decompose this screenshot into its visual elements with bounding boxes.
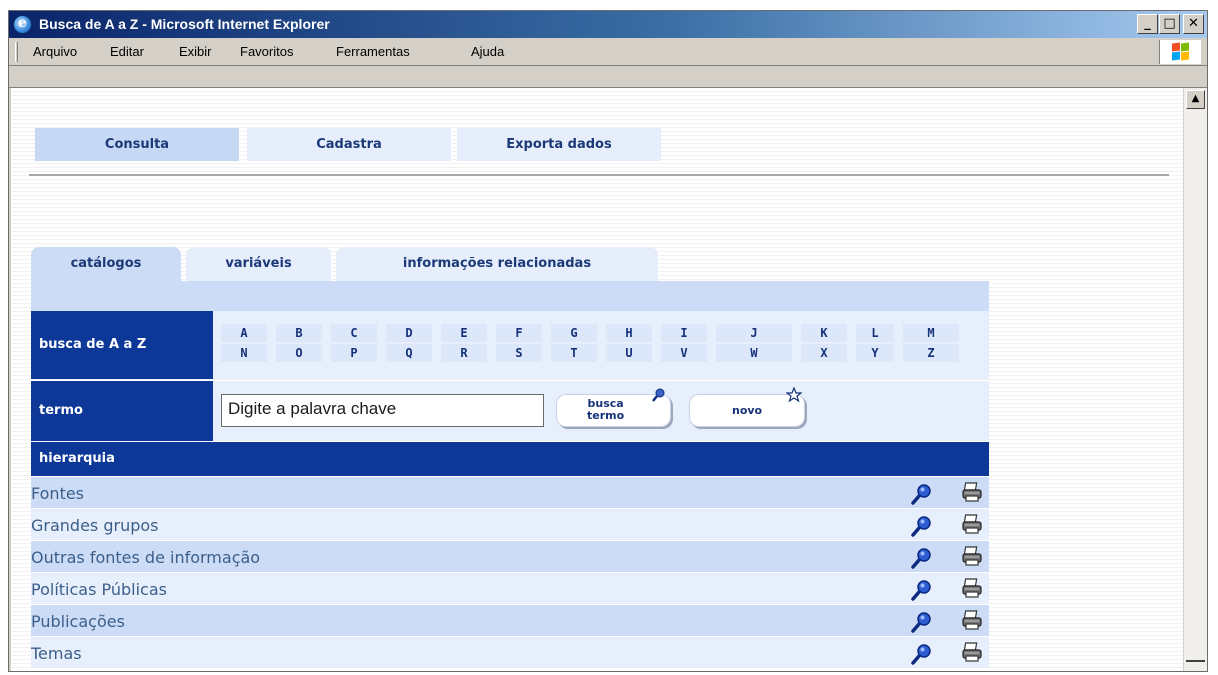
hierarchy-row: Fontes: [31, 477, 989, 509]
letter-u-link[interactable]: U: [606, 344, 652, 362]
az-letters: ABCDEFGHIJKLM NOPQRSTUVWXYZ: [213, 311, 989, 379]
menu-grip: [15, 42, 18, 62]
term-area: Digite a palavra chave busca termo novo: [213, 381, 989, 441]
window-title: Busca de A a Z - Microsoft Internet Expl…: [39, 16, 330, 32]
tab-catalogos[interactable]: catálogos: [31, 247, 181, 281]
hierarchy-row: Publicações: [31, 605, 989, 637]
toolbar-strip: [9, 66, 1207, 88]
letter-p-link[interactable]: P: [331, 344, 377, 362]
magnifier-icon: [652, 388, 665, 402]
printer-icon[interactable]: [961, 481, 983, 503]
letter-o-link[interactable]: O: [276, 344, 322, 362]
letter-y-link[interactable]: Y: [856, 344, 894, 362]
letter-i-link[interactable]: I: [661, 324, 707, 342]
printer-icon[interactable]: [961, 609, 983, 631]
hierarchy-item-link[interactable]: Políticas Públicas: [31, 580, 167, 599]
letter-g-link[interactable]: G: [551, 324, 597, 342]
panel-strip: [31, 281, 989, 311]
letter-l-link[interactable]: L: [856, 324, 894, 342]
printer-icon[interactable]: [961, 641, 983, 663]
hierarchy-item-link[interactable]: Publicações: [31, 612, 125, 631]
search-input[interactable]: Digite a palavra chave: [221, 394, 544, 427]
letter-a-link[interactable]: A: [221, 324, 267, 342]
letter-j-link[interactable]: J: [716, 324, 792, 342]
minimize-button[interactable]: _: [1137, 14, 1158, 34]
menu-item-editar[interactable]: Editar: [110, 44, 144, 59]
letter-f-link[interactable]: F: [496, 324, 542, 342]
letter-h-link[interactable]: H: [606, 324, 652, 342]
menu-item-ajuda[interactable]: Ajuda: [471, 44, 504, 59]
hierarchy-row: Grandes grupos: [31, 509, 989, 541]
magnifier-icon[interactable]: [911, 643, 933, 665]
ie-icon: e: [13, 15, 32, 34]
scroll-end-marker: [1186, 660, 1205, 662]
letter-m-link[interactable]: M: [903, 324, 959, 342]
letter-k-link[interactable]: K: [801, 324, 847, 342]
tab-cadastra[interactable]: Cadastra: [247, 128, 451, 161]
magnifier-icon[interactable]: [911, 483, 933, 505]
magnifier-icon[interactable]: [911, 611, 933, 633]
menu-item-arquivo[interactable]: Arquivo: [33, 44, 77, 59]
menu-item-favoritos[interactable]: Favoritos: [240, 44, 293, 59]
letter-e-link[interactable]: E: [441, 324, 487, 342]
letter-d-link[interactable]: D: [386, 324, 432, 342]
search-term-label-2: termo: [587, 409, 625, 422]
vertical-scrollbar[interactable]: ▲: [1183, 88, 1207, 671]
az-label: busca de A a Z: [31, 311, 213, 379]
close-button[interactable]: ✕: [1183, 14, 1204, 34]
letter-x-link[interactable]: X: [801, 344, 847, 362]
letter-b-link[interactable]: B: [276, 324, 322, 342]
hierarchy-item-link[interactable]: Fontes: [31, 484, 84, 503]
letter-v-link[interactable]: V: [661, 344, 707, 362]
new-button-label: novo: [732, 404, 763, 417]
printer-icon[interactable]: [961, 513, 983, 535]
letter-z-link[interactable]: Z: [903, 344, 959, 362]
divider: [29, 174, 1169, 176]
page-viewport: Consulta Cadastra Exporta dados catálogo…: [11, 88, 1183, 671]
tab-informacoes-relacionadas[interactable]: informações relacionadas: [336, 247, 658, 281]
maximize-button[interactable]: □: [1159, 14, 1180, 34]
hierarchy-item-link[interactable]: Grandes grupos: [31, 516, 159, 535]
new-button[interactable]: novo: [689, 387, 805, 427]
scroll-up-button[interactable]: ▲: [1186, 90, 1205, 109]
star-icon: [786, 387, 802, 403]
tab-variaveis[interactable]: variáveis: [186, 247, 331, 281]
windows-logo-icon: [1159, 40, 1201, 64]
letter-t-link[interactable]: T: [551, 344, 597, 362]
magnifier-icon[interactable]: [911, 515, 933, 537]
term-label: termo: [31, 381, 213, 441]
letter-c-link[interactable]: C: [331, 324, 377, 342]
browser-window: e Busca de A a Z - Microsoft Internet Ex…: [8, 10, 1208, 672]
menu-bar: Arquivo Editar Exibir Favoritos Ferramen…: [9, 38, 1207, 66]
magnifier-icon[interactable]: [911, 547, 933, 569]
letter-w-link[interactable]: W: [716, 344, 792, 362]
menu-item-ferramentas[interactable]: Ferramentas: [336, 44, 410, 59]
magnifier-icon[interactable]: [911, 579, 933, 601]
printer-icon[interactable]: [961, 545, 983, 567]
hierarchy-row: Temas: [31, 637, 989, 669]
hierarchy-header: hierarquia: [31, 442, 989, 476]
letter-q-link[interactable]: Q: [386, 344, 432, 362]
printer-icon[interactable]: [961, 577, 983, 599]
hierarchy-item-link[interactable]: Temas: [31, 644, 82, 663]
letter-r-link[interactable]: R: [441, 344, 487, 362]
search-term-button[interactable]: busca termo: [556, 388, 671, 427]
hierarchy-row: Políticas Públicas: [31, 573, 989, 605]
letter-s-link[interactable]: S: [496, 344, 542, 362]
menu-item-exibir[interactable]: Exibir: [179, 44, 212, 59]
tab-consulta[interactable]: Consulta: [35, 128, 239, 161]
title-bar: e Busca de A a Z - Microsoft Internet Ex…: [9, 11, 1207, 38]
hierarchy-row: Outras fontes de informação: [31, 541, 989, 573]
letter-n-link[interactable]: N: [221, 344, 267, 362]
tab-exporta-dados[interactable]: Exporta dados: [457, 128, 661, 161]
hierarchy-item-link[interactable]: Outras fontes de informação: [31, 548, 260, 567]
